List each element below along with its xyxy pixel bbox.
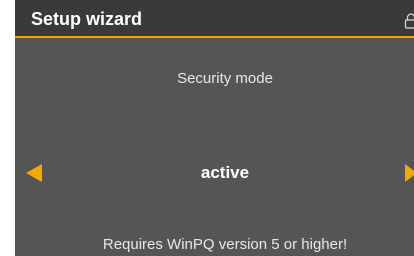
setting-label: Security mode (177, 70, 273, 87)
setting-value: active (200, 163, 250, 182)
lock-icon (404, 13, 414, 29)
title-bar: Setup wizard (15, 0, 414, 36)
arrow-right-icon[interactable] (405, 164, 414, 182)
setup-wizard-screen: Setup wizard Security mode active Requir… (15, 0, 414, 256)
page-title: Setup wizard (31, 9, 143, 29)
title-underline (15, 36, 414, 38)
footer-note: Requires WinPQ version 5 or higher! (102, 236, 348, 253)
value-selector: active (15, 158, 414, 188)
